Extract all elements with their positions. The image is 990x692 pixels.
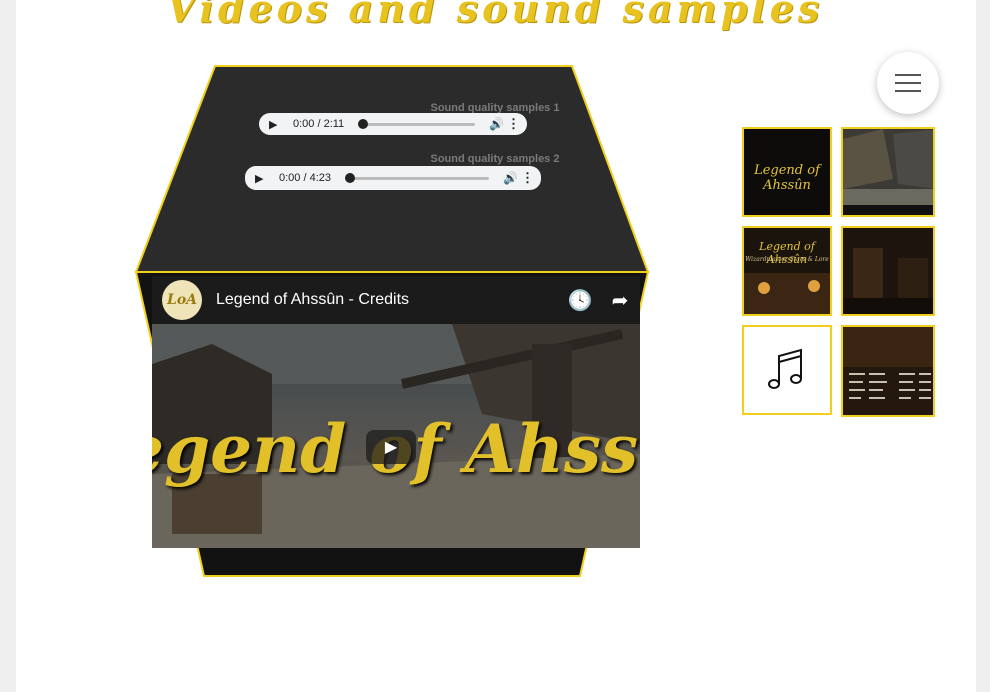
gallery-thumb-street[interactable]: [841, 127, 935, 217]
volume-icon[interactable]: 🔊: [503, 171, 521, 185]
play-icon[interactable]: ▶: [255, 172, 273, 185]
thumb-art: [843, 228, 933, 314]
seek-thumb[interactable]: [358, 119, 369, 129]
thumb-art: [843, 327, 933, 415]
thumb-subcaption: Wizardmaster Stars & Lore: [745, 256, 829, 263]
music-note-icon: [768, 348, 802, 389]
audio-time: 0:00 / 2:11: [293, 118, 345, 130]
gallery-thumb-tavern[interactable]: Legend of Ahssûn Wizardmaster Stars & Lo…: [742, 226, 832, 316]
video-title[interactable]: Legend of Ahssûn - Credits: [216, 291, 560, 309]
more-options-icon[interactable]: ⋮: [521, 170, 534, 186]
video-header: LoA Legend of Ahssûn - Credits 🕓 ➦: [152, 276, 640, 324]
video-player[interactable]: egend of Ahss ▶: [152, 324, 640, 548]
thumb-caption: Legend of Ahssûn: [754, 163, 820, 193]
more-options-icon[interactable]: ⋮: [507, 116, 520, 132]
play-icon[interactable]: ▶: [269, 118, 287, 131]
audio-player-1[interactable]: ▶ 0:00 / 2:11 🔊 ⋮: [259, 113, 527, 135]
channel-avatar[interactable]: LoA: [162, 280, 202, 320]
gallery-thumb-music[interactable]: [742, 325, 832, 415]
seek-thumb[interactable]: [345, 173, 355, 183]
audio-seek-bar[interactable]: [345, 173, 489, 183]
gallery-thumb-credits[interactable]: [841, 325, 935, 417]
gallery-thumb-logo[interactable]: Legend of Ahssûn: [742, 127, 832, 217]
volume-icon[interactable]: 🔊: [489, 117, 507, 131]
audio-player-2[interactable]: ▶ 0:00 / 4:23 🔊 ⋮: [245, 166, 541, 190]
play-icon[interactable]: ▶: [366, 430, 416, 464]
thumb-art: [843, 129, 933, 215]
gallery-thumb-dark-room[interactable]: [841, 226, 935, 316]
share-icon[interactable]: ➦: [600, 288, 640, 313]
audio-time: 0:00 / 4:23: [279, 172, 331, 184]
audio-seek-bar[interactable]: [358, 119, 475, 129]
watch-later-icon[interactable]: 🕓: [560, 288, 600, 313]
